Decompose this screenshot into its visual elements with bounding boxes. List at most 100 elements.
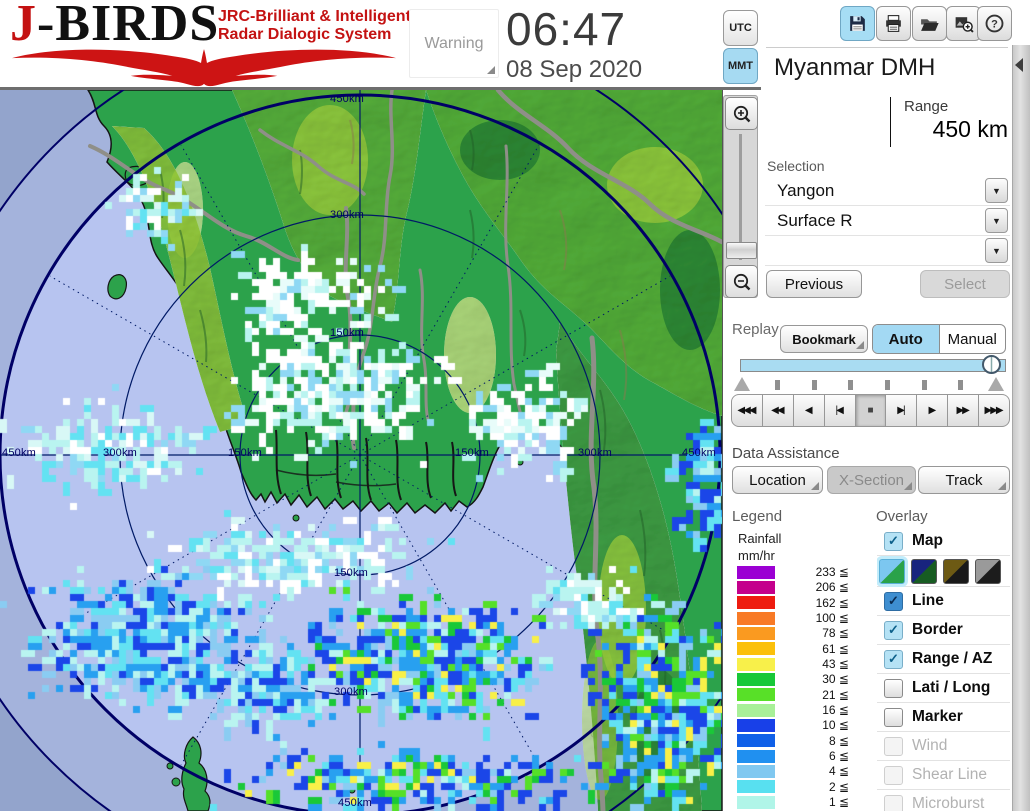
panel-splitter[interactable] bbox=[1012, 45, 1030, 811]
overlay-checkbox-line[interactable]: ✓ bbox=[884, 591, 903, 611]
play-reverse-button[interactable]: ◀ bbox=[793, 394, 825, 427]
legend-swatch bbox=[737, 657, 775, 671]
overlay-row-wind: Wind bbox=[877, 732, 1010, 761]
forward-button[interactable]: ▶▶ bbox=[948, 394, 980, 427]
utc-button[interactable]: UTC bbox=[723, 10, 758, 46]
print-icon bbox=[886, 15, 901, 32]
legend-value: 30 ≦ bbox=[822, 672, 849, 687]
legend-label: Legend bbox=[732, 508, 783, 525]
map-style-gray-black[interactable] bbox=[975, 558, 1001, 584]
auto-mode-button[interactable]: Auto bbox=[873, 325, 940, 353]
range-ring-label: 450km bbox=[2, 447, 37, 459]
overlay-checkbox-lati-long[interactable] bbox=[884, 678, 903, 698]
forward-fast-button[interactable]: ▶▶▶ bbox=[979, 394, 1011, 427]
replay-mode-group: Auto Manual bbox=[872, 324, 1006, 354]
jbirds-app: J-BIRDS JRC-Brilliant & Intelligent Rada… bbox=[0, 0, 1030, 811]
zoom-out-button[interactable] bbox=[725, 265, 758, 298]
map-style-blue-green[interactable] bbox=[879, 558, 905, 584]
legend-row: 78 ≦ bbox=[737, 626, 857, 640]
location-label: Location bbox=[749, 471, 806, 489]
legend-value: 162 ≦ bbox=[815, 595, 849, 610]
print-button[interactable] bbox=[876, 6, 911, 41]
legend-swatch bbox=[737, 580, 775, 594]
mmt-button[interactable]: MMT bbox=[723, 48, 758, 84]
legend-swatch bbox=[737, 764, 775, 778]
overlay-label-lati-long: Lati / Long bbox=[912, 679, 991, 696]
warning-button[interactable]: Warning bbox=[409, 9, 499, 78]
x-section-button[interactable]: X-Section bbox=[827, 466, 916, 494]
replay-slider-thumb[interactable] bbox=[982, 355, 1002, 374]
chevron-down-icon[interactable]: ▼ bbox=[985, 178, 1008, 203]
overlay-checkbox-map[interactable]: ✓ bbox=[884, 531, 903, 551]
track-button[interactable]: Track bbox=[918, 466, 1010, 494]
chevron-down-icon[interactable]: ▼ bbox=[985, 238, 1008, 263]
overlay-row-border: ✓ Border bbox=[877, 616, 1010, 645]
site-dropdown[interactable]: Yangon ▼ bbox=[765, 176, 1010, 206]
legend-quantity: Rainfall bbox=[738, 531, 782, 546]
rewind-button[interactable]: ◀◀ bbox=[762, 394, 794, 427]
logo-tagline-line2: Radar Dialogic System bbox=[218, 26, 392, 44]
overlay-row-lati-long: Lati / Long bbox=[877, 674, 1010, 703]
map-style-olive-black[interactable] bbox=[943, 558, 969, 584]
legend-swatch bbox=[737, 749, 775, 763]
slider-start-marker bbox=[734, 377, 750, 391]
overlay-checkbox-range-az[interactable]: ✓ bbox=[884, 649, 903, 669]
legend-swatch bbox=[737, 672, 775, 686]
add-image-button[interactable] bbox=[946, 6, 981, 41]
overlay-checkbox-wind bbox=[884, 736, 903, 756]
site-dropdown-value: Yangon bbox=[777, 180, 835, 200]
overlay-row-marker: Marker bbox=[877, 703, 1010, 732]
product-dropdown[interactable]: Surface R ▼ bbox=[765, 206, 1010, 236]
rewind-fast-button[interactable]: ◀◀◀ bbox=[731, 394, 763, 427]
chevron-down-icon[interactable]: ▼ bbox=[985, 208, 1008, 233]
range-ring-label: 450km bbox=[682, 447, 717, 459]
legend-row: 1 ≦ bbox=[737, 795, 857, 809]
option-dropdown[interactable]: ▼ bbox=[765, 236, 1010, 266]
play-button[interactable]: ▶ bbox=[917, 394, 949, 427]
range-ring-label: 300km bbox=[330, 209, 365, 221]
replay-label: Replay bbox=[732, 321, 779, 338]
overlay-checkbox-border[interactable]: ✓ bbox=[884, 620, 903, 640]
step-back-button[interactable]: |◀ bbox=[824, 394, 856, 427]
zoom-slider-thumb[interactable] bbox=[726, 242, 757, 259]
replay-slider-track[interactable] bbox=[740, 359, 1006, 372]
x-section-corner-icon bbox=[904, 482, 912, 490]
map-style-navy-darkgreen[interactable] bbox=[911, 558, 937, 584]
legend-value: 61 ≦ bbox=[822, 641, 849, 656]
legend-row: 16 ≦ bbox=[737, 703, 857, 717]
clock-time: 06:47 bbox=[506, 3, 627, 55]
overlay-row-microburst: Microburst bbox=[877, 790, 1010, 811]
legend-row: 233 ≦ bbox=[737, 565, 857, 579]
overlay-checkbox-microburst bbox=[884, 794, 903, 811]
range-ring-label: 150km bbox=[334, 567, 369, 579]
slider-end-marker bbox=[988, 377, 1004, 391]
save-button[interactable] bbox=[840, 6, 875, 41]
range-ring-label: 300km bbox=[103, 447, 138, 459]
bookmark-button[interactable]: Bookmark bbox=[780, 325, 868, 353]
step-forward-button[interactable]: ▶| bbox=[886, 394, 918, 427]
legend-value: 2 ≦ bbox=[828, 779, 849, 794]
open-file-button[interactable] bbox=[912, 6, 947, 41]
location-button[interactable]: Location bbox=[732, 466, 823, 494]
help-icon: ? bbox=[985, 14, 1004, 33]
overlay-checkbox-marker[interactable] bbox=[884, 707, 903, 727]
zoom-in-button[interactable] bbox=[725, 97, 758, 130]
legend-value: 233 ≦ bbox=[815, 565, 849, 579]
range-ring-label: 300km bbox=[578, 447, 613, 459]
range-label: Range bbox=[904, 98, 949, 115]
collapse-panel-icon[interactable] bbox=[1015, 58, 1023, 72]
select-button[interactable]: Select bbox=[920, 270, 1010, 298]
previous-button[interactable]: Previous bbox=[766, 270, 862, 298]
help-button[interactable]: ? bbox=[977, 6, 1012, 41]
slider-tick bbox=[885, 380, 890, 390]
overlay-checkbox-shear-line bbox=[884, 765, 903, 785]
zoom-out-icon bbox=[733, 273, 750, 290]
range-ring-label: 150km bbox=[228, 447, 263, 459]
manual-mode-button[interactable]: Manual bbox=[940, 325, 1006, 353]
logo-tagline-line1: JRC-Brilliant & Intelligent bbox=[218, 8, 411, 25]
legend-row: 30 ≦ bbox=[737, 672, 857, 686]
radar-map[interactable]: 450km 300km 150km 150km 300km 450km 450km 300km… bbox=[0, 90, 723, 811]
legend-value: 16 ≦ bbox=[822, 703, 849, 718]
legend-row: 10 ≦ bbox=[737, 718, 857, 732]
stop-button[interactable]: ■ bbox=[855, 394, 887, 427]
